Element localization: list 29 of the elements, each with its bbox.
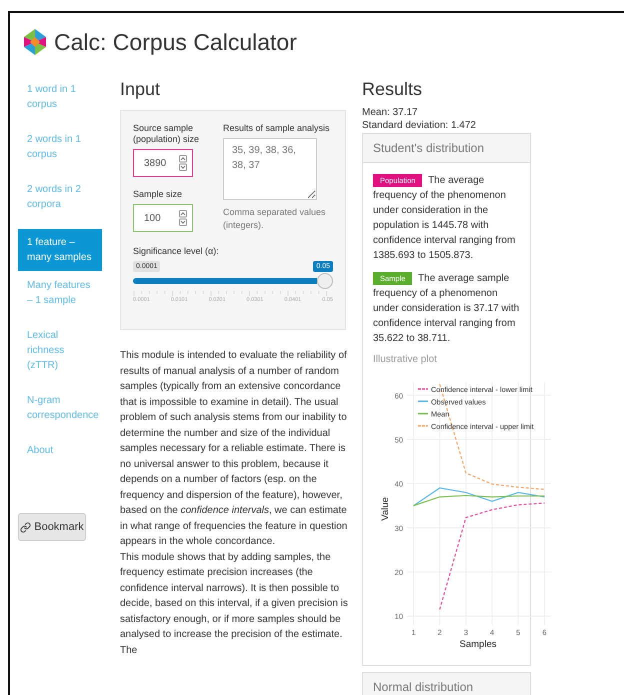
field-label: Source sample (population) size	[133, 123, 200, 145]
nav-item[interactable]: About	[18, 440, 102, 471]
description-text: This module shows that by adding samples, the frequency estimate precision increases (the confidence interval narrows). It is then possible to decide, based on this interval, if a given precision is satisfactory enough, or if more samples should be analysed to increase the precision of the estimate. The	[120, 550, 348, 658]
help-text: Comma separated values (integers).	[223, 206, 327, 232]
description-text: This module is intended to evaluate the reliability of results of manual analysis of a number of random samples (typically from an extensive concordance that is impossible to examine in detail). The usual problem of such analysis stems from our inability to determine the number and size of the individual samples necessary for a reliable estimate. There is no universal answer to this problem, because it depends on a number of factors (esp. on the frequency and dispersion of the feature), however, based on the confidence intervals, we can estimate in what range of frequencies the feature in question appears in the whole concordance.	[120, 349, 348, 549]
results-heading: Results	[362, 79, 424, 100]
panel-header[interactable]: Student's distribution	[363, 134, 530, 163]
mean-text: Mean: 37.17	[362, 106, 419, 119]
y-axis-title: Value	[380, 497, 391, 521]
input-heading: Input	[120, 79, 162, 100]
nav-item[interactable]: 2 words in 1 corpus	[18, 129, 102, 175]
nav-item[interactable]: 1 word in 1 corpus	[18, 79, 102, 125]
results-field[interactable]: 35, 39, 38, 36, 38, 37	[223, 138, 317, 200]
field-label: Sample size	[133, 189, 184, 200]
nav-item[interactable]: N-gram correspondence	[18, 390, 102, 436]
nav-item[interactable]: Many features – 1 sample	[18, 275, 102, 321]
app-title: Calc: Corpus Calculator	[54, 28, 297, 56]
nav-item[interactable]: 2 words in 2 corpora	[18, 179, 102, 225]
bookmark-button[interactable]: Bookmark	[18, 513, 86, 541]
slider-label: Significance level (α):	[133, 246, 220, 257]
number-field[interactable]: 3890	[133, 149, 193, 177]
x-axis-title: Samples	[460, 639, 496, 650]
field-label: Results of sample analysis	[223, 123, 331, 134]
nav-item[interactable]: 1 feature – many samples	[18, 229, 102, 271]
panel-header[interactable]: Normal distribution	[363, 673, 530, 695]
plot-title: Illustrative plot	[373, 354, 438, 365]
nav-item[interactable]: Lexical richness (zTTR)	[18, 325, 102, 386]
sd-text: Standard deviation: 1.472	[362, 119, 477, 132]
number-field[interactable]: 100	[133, 204, 193, 232]
